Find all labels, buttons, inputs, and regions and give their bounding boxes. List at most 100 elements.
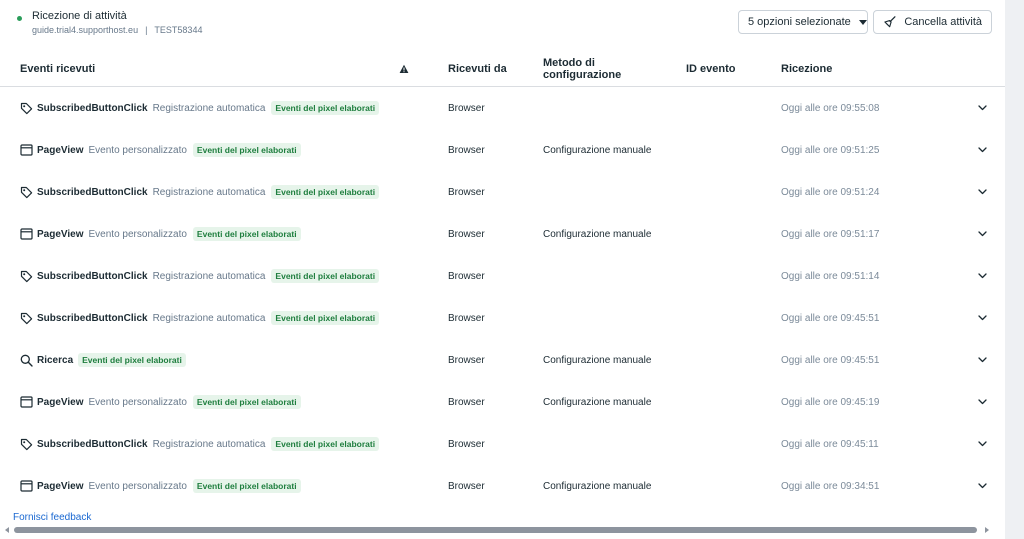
chevron-down-icon[interactable] — [975, 129, 989, 171]
chevron-down-icon[interactable] — [975, 255, 989, 297]
header-bar: Ricezione di attività guide.trial4.suppo… — [0, 0, 1005, 50]
event-name: SubscribedButtonClick — [37, 102, 148, 114]
search-icon — [19, 339, 33, 381]
caret-down-icon — [858, 19, 867, 25]
event-cell: PageView Evento personalizzato Eventi del … — [37, 213, 301, 255]
filter-dropdown-label: 5 opzioni selezionate — [748, 16, 851, 28]
event-name: SubscribedButtonClick — [37, 186, 148, 198]
event-cell: SubscribedButtonClick Registrazione autom… — [37, 297, 380, 339]
filter-dropdown[interactable]: 5 opzioni selezionate — [738, 10, 868, 34]
event-name: PageView — [37, 396, 84, 408]
chevron-down-icon[interactable] — [975, 465, 989, 507]
method-cell: Configurazione manuale — [543, 480, 652, 492]
event-cell: SubscribedButtonClick Registrazione autom… — [37, 423, 380, 465]
column-method[interactable]: Metodo di configurazione — [543, 52, 643, 86]
chevron-down-icon[interactable] — [975, 171, 989, 213]
table-row[interactable]: SubscribedButtonClick Registrazione autom… — [0, 297, 1005, 339]
method-cell: Configurazione manuale — [543, 144, 652, 156]
method-cell: Configurazione manuale — [543, 354, 652, 366]
status-badge: Eventi del pixel elaborati — [271, 437, 380, 451]
status-badge: Eventi del pixel elaborati — [192, 143, 301, 157]
event-cell: PageView Evento personalizzato Eventi del … — [37, 129, 301, 171]
feedback-link[interactable]: Fornisci feedback — [13, 512, 91, 523]
reception-time: Oggi alle ore 09:45:11 — [781, 438, 879, 450]
received-by-cell: Browser — [448, 438, 485, 450]
table-header: Eventi ricevuti Ricevuti da Metodo di co… — [0, 52, 1005, 87]
event-name: SubscribedButtonClick — [37, 312, 148, 324]
column-event-id[interactable]: ID evento — [686, 52, 736, 86]
received-by-cell: Browser — [448, 396, 485, 408]
reception-time: Oggi alle ore 09:34:51 — [781, 480, 880, 492]
status-badge: Eventi del pixel elaborati — [192, 479, 301, 493]
event-name: SubscribedButtonClick — [37, 438, 148, 450]
table-row[interactable]: SubscribedButtonClick Registrazione autom… — [0, 423, 1005, 465]
table-row[interactable]: PageView Evento personalizzato Eventi del … — [0, 465, 1005, 507]
event-name: PageView — [37, 228, 84, 240]
event-cell: SubscribedButtonClick Registrazione autom… — [37, 171, 380, 213]
table-row[interactable]: PageView Evento personalizzato Eventi del … — [0, 381, 1005, 423]
received-by-cell: Browser — [448, 312, 485, 324]
event-type: Evento personalizzato — [88, 228, 187, 240]
table-row[interactable]: PageView Evento personalizzato Eventi del … — [0, 129, 1005, 171]
table-row[interactable]: SubscribedButtonClick Registrazione autom… — [0, 87, 1005, 129]
table-row[interactable]: SubscribedButtonClick Registrazione autom… — [0, 171, 1005, 213]
warning-icon — [399, 52, 409, 86]
method-cell: Configurazione manuale — [543, 228, 652, 240]
horizontal-scrollbar[interactable] — [0, 524, 1005, 538]
chevron-down-icon[interactable] — [975, 213, 989, 255]
received-by-cell: Browser — [448, 354, 485, 366]
reception-time: Oggi alle ore 09:45:51 — [781, 312, 880, 324]
table-row[interactable]: Ricerca Eventi del pixel elaborati Browser… — [0, 339, 1005, 381]
received-by-cell: Browser — [448, 480, 485, 492]
window-icon — [19, 129, 33, 171]
tag-icon — [19, 255, 33, 297]
chevron-down-icon[interactable] — [975, 297, 989, 339]
clear-activity-button[interactable]: Cancella attività — [873, 10, 992, 34]
column-received-by[interactable]: Ricevuti da — [448, 52, 507, 86]
event-type: Evento personalizzato — [88, 144, 187, 156]
received-by-cell: Browser — [448, 228, 485, 240]
received-by-cell: Browser — [448, 102, 485, 114]
event-cell: SubscribedButtonClick Registrazione autom… — [37, 87, 380, 129]
status-badge: Eventi del pixel elaborati — [271, 101, 380, 115]
column-reception[interactable]: Ricezione — [781, 52, 832, 86]
received-by-cell: Browser — [448, 186, 485, 198]
column-events[interactable]: Eventi ricevuti — [20, 52, 95, 86]
scroll-right-icon[interactable] — [985, 527, 989, 533]
activity-panel: Ricezione di attività guide.trial4.suppo… — [0, 0, 1005, 539]
clear-activity-label: Cancella attività — [904, 16, 982, 28]
scrollbar-thumb[interactable] — [14, 527, 977, 533]
event-type: Registrazione automatica — [152, 186, 266, 198]
chevron-down-icon[interactable] — [975, 339, 989, 381]
chevron-down-icon[interactable] — [975, 87, 989, 129]
reception-time: Oggi alle ore 09:55:08 — [781, 102, 880, 114]
scroll-left-icon[interactable] — [5, 527, 9, 533]
event-cell: SubscribedButtonClick Registrazione autom… — [37, 255, 380, 297]
method-cell: Configurazione manuale — [543, 396, 652, 408]
window-icon — [19, 381, 33, 423]
chevron-down-icon[interactable] — [975, 423, 989, 465]
table-row[interactable]: PageView Evento personalizzato Eventi del … — [0, 213, 1005, 255]
chevron-down-icon[interactable] — [975, 381, 989, 423]
reception-time: Oggi alle ore 09:45:51 — [781, 354, 880, 366]
page-title: Ricezione di attività — [32, 10, 127, 22]
reception-time: Oggi alle ore 09:51:17 — [781, 228, 880, 240]
event-type: Evento personalizzato — [88, 396, 187, 408]
event-type: Evento personalizzato — [88, 480, 187, 492]
reception-time: Oggi alle ore 09:51:14 — [781, 270, 880, 282]
broom-icon — [884, 16, 896, 28]
separator: | — [145, 25, 148, 35]
reception-time: Oggi alle ore 09:45:19 — [781, 396, 880, 408]
status-badge: Eventi del pixel elaborati — [271, 269, 380, 283]
tag-icon — [19, 297, 33, 339]
event-name: PageView — [37, 144, 84, 156]
table-row[interactable]: SubscribedButtonClick Registrazione autom… — [0, 255, 1005, 297]
event-name: SubscribedButtonClick — [37, 270, 148, 282]
event-cell: Ricerca Eventi del pixel elaborati — [37, 339, 186, 381]
status-badge: Eventi del pixel elaborati — [271, 311, 380, 325]
tag-icon — [19, 171, 33, 213]
window-icon — [19, 465, 33, 507]
event-name: PageView — [37, 480, 84, 492]
event-name: Ricerca — [37, 354, 74, 366]
received-by-cell: Browser — [448, 144, 485, 156]
